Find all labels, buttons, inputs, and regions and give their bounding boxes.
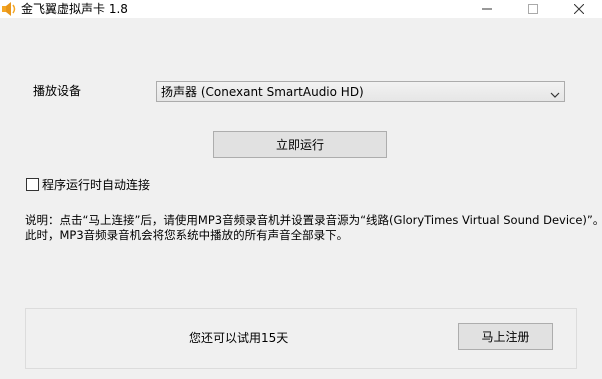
autoconnect-label[interactable]: 程序运行时自动连接	[42, 177, 150, 193]
autoconnect-checkbox[interactable]	[26, 178, 39, 191]
register-now-button[interactable]: 马上注册	[458, 323, 553, 350]
main-window: 金飞翼虚拟声卡 1.8 播放设备 扬声器 (Conexant SmartAudi…	[0, 0, 602, 379]
close-icon	[574, 4, 584, 14]
playback-device-label: 播放设备	[33, 84, 82, 98]
run-now-button-label: 立即运行	[275, 137, 324, 152]
close-button[interactable]	[556, 0, 602, 18]
minimize-icon	[482, 8, 492, 10]
instructions-line-1: 说明：点击“马上连接”后，请使用MP3音频录音机并设置录音源为“线路(Glory…	[25, 213, 602, 227]
instructions: 说明：点击“马上连接”后，请使用MP3音频录音机并设置录音源为“线路(Glory…	[25, 213, 602, 243]
trial-panel: 您还可以试用15天 马上注册	[25, 308, 577, 369]
register-now-button-label: 马上注册	[481, 329, 530, 344]
title-bar[interactable]: 金飞翼虚拟声卡 1.8	[0, 0, 602, 18]
playback-device-select[interactable]: 扬声器 (Conexant SmartAudio HD)	[156, 81, 565, 102]
chevron-down-icon	[550, 88, 560, 98]
minimize-button[interactable]	[464, 0, 510, 18]
playback-device-value: 扬声器 (Conexant SmartAudio HD)	[161, 85, 364, 99]
speaker-icon	[1, 1, 17, 17]
instructions-line-2: 此时，MP3音频录音机会将您系统中播放的所有声音全部录下。	[25, 228, 349, 242]
maximize-button[interactable]	[510, 0, 556, 18]
window-title: 金飞翼虚拟声卡 1.8	[21, 2, 128, 16]
trial-remaining-text: 您还可以试用15天	[189, 331, 289, 345]
run-now-button[interactable]: 立即运行	[213, 131, 387, 158]
maximize-icon	[528, 4, 538, 14]
